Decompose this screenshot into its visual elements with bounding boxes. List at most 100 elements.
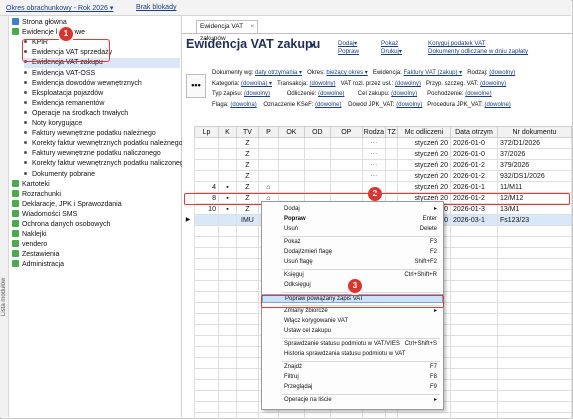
vat-settled-select[interactable]: (dowolny) (395, 81, 421, 87)
edit-link[interactable]: Popraw (338, 48, 359, 55)
table-cell (194, 379, 219, 391)
nav-item[interactable]: Eksploatacja pojazdów (24, 89, 180, 99)
filter-row-3: Typ zapisu: (dowolny) Odliczenie: (dowol… (212, 91, 492, 97)
context-menu-item[interactable]: Włącz korygowanie VAT (262, 317, 443, 326)
locks-link[interactable]: Brak blokady (136, 4, 176, 11)
add-link[interactable]: Dodaj▾ (338, 40, 357, 47)
table-cell (277, 181, 305, 193)
nav-item[interactable]: Noty korygujące (24, 119, 180, 129)
context-menu-item[interactable]: Przeglądaj F9 (262, 383, 443, 392)
flag-select[interactable]: (dowolna) (230, 102, 256, 108)
context-menu-item[interactable]: Dodaj ▸ (262, 205, 443, 214)
type-select[interactable]: (dowolny) (489, 70, 515, 76)
context-menu-item[interactable]: Ustaw cel zakupu (262, 327, 443, 336)
column-header[interactable]: Data otrzym (449, 126, 498, 138)
column-header[interactable]: TV (235, 126, 259, 138)
table-cell (217, 390, 237, 402)
nav-item[interactable]: Dokumenty pobrane (24, 170, 180, 180)
nav-item-label: Wiadomości SMS (22, 210, 78, 218)
table-row[interactable]: 4▪Z⌂⋯styczeń 202026-01-111/M11 (194, 181, 573, 193)
menu-item-label: Popraw (284, 216, 306, 222)
entry-type-select[interactable]: (dowolny) (244, 91, 270, 97)
module-list-strip[interactable]: Lista modułów (0, 16, 9, 417)
context-menu-item[interactable]: Usuń Delete (262, 225, 443, 234)
nav-item[interactable]: Deklaracje, JPK i Sprawozdania (12, 199, 180, 210)
period-select[interactable]: bieżący okres ▾ (326, 70, 367, 76)
print-link[interactable]: Drukuj▾ (381, 48, 402, 55)
nav-item[interactable]: Naklejki (12, 230, 180, 240)
title-dropdown-icon[interactable]: ▾ (310, 41, 314, 50)
column-header[interactable]: P (257, 126, 279, 138)
table-row[interactable]: Z ⋯ styczeń 20 2026-01-0 372/D1/2026 (194, 137, 573, 149)
table-cell (217, 170, 237, 182)
nav-item[interactable]: Ewidencja remanentów (24, 99, 180, 109)
category-select[interactable]: (dowolna) ▾ (241, 81, 272, 87)
context-menu-item[interactable]: Sprawdzanie statusu podmiotu w VAT/VIES C… (262, 340, 443, 349)
nav-item[interactable]: Ewidencje księgowe (12, 28, 180, 38)
page-title[interactable]: Ewidencja VAT zakupu (186, 37, 320, 51)
column-header[interactable]: OD (303, 126, 331, 138)
register-select[interactable]: Faktury VAT (zakup) ▾ (404, 70, 463, 76)
payment-docs-link[interactable]: Dokumenty odliczane w dniu zapłaty (428, 48, 528, 55)
nav-item[interactable]: Rozrachunki (12, 189, 180, 200)
table-row[interactable] (194, 412, 573, 419)
filter-label: Rodzaj: (467, 70, 488, 76)
jpk-procedure-select[interactable]: (dowolne) (484, 102, 510, 108)
nav-item[interactable]: Zestawienia (12, 250, 180, 260)
origin-select[interactable]: (dowolne) (465, 91, 491, 97)
context-menu-item[interactable]: Popraw Enter (262, 215, 443, 224)
column-header[interactable]: Lp (194, 126, 219, 138)
jpk-proof-select[interactable]: (dowolny) (396, 102, 422, 108)
context-menu-item[interactable]: Operacje na liście ▸ (262, 396, 443, 405)
nav-item[interactable]: Korekty faktur wewnętrznych podatku nali… (24, 159, 188, 169)
more-filters-button[interactable]: ••• (186, 74, 206, 98)
context-menu-item[interactable]: Znajdź F7 (262, 363, 443, 372)
nav-item[interactable]: Strona główna (12, 18, 180, 28)
deduction-select[interactable]: (dowolne) (318, 91, 344, 97)
context-menu-item[interactable]: Historia sprawdzania statusu podmiotu w … (262, 350, 443, 359)
purpose-select[interactable]: (dowolny) (391, 91, 417, 97)
table-row[interactable]: Z ⋯ styczeń 20 2026-01-2 932/DS1/2026 (194, 170, 573, 182)
table-row[interactable]: Z ⋯ styczeń 20 2026-01-2 379/2026 (194, 159, 573, 171)
menu-item-label: Ustaw cel zakupu (284, 328, 332, 334)
nav-item[interactable]: Faktury wewnętrzne podatku naliczonego (24, 149, 180, 159)
tab-vat-purchases[interactable]: Ewidencja VAT zakupów × (196, 20, 258, 42)
correct-vat-link[interactable]: Koryguj podatek VAT (428, 40, 486, 47)
nav-item[interactable]: Wiadomości SMS (12, 209, 180, 220)
close-icon[interactable]: × (250, 21, 254, 33)
table-cell (194, 247, 219, 259)
nav-item[interactable]: Ochrona danych osobowych (12, 220, 180, 230)
column-header[interactable]: Mc odliczeni (397, 126, 451, 138)
column-header[interactable]: OP (329, 126, 363, 138)
show-link[interactable]: Pokaż (381, 40, 398, 47)
column-header[interactable]: OK (277, 126, 305, 138)
module-list-label: Lista modułów (1, 277, 7, 316)
column-header[interactable]: K (217, 126, 237, 138)
nav-item[interactable]: Kartoteki (12, 179, 180, 190)
column-header[interactable]: Rodza (361, 126, 387, 138)
table-cell (449, 258, 498, 270)
transaction-select[interactable]: (dowolny) (310, 81, 336, 87)
column-header[interactable]: Nr dokumentu (496, 126, 573, 138)
nav-item[interactable]: Ewidencja VAT-OSS (24, 69, 180, 79)
table-row[interactable]: Z ⋯ styczeń 20 2026-01-0 37/2026 (194, 148, 573, 160)
nav-item[interactable]: Korekty faktur wewnętrznych podatku nale… (24, 139, 183, 149)
nav-item[interactable]: vendero (12, 240, 180, 250)
context-menu-item[interactable]: Usuń flagę Shift+F2 (262, 258, 443, 267)
nav-item[interactable]: Ewidencja dowodów wewnętrznych (24, 79, 180, 89)
ksef-select[interactable]: (dowolne) (315, 102, 341, 108)
special-vat-select[interactable]: (dowolny) (480, 81, 506, 87)
tab-divider (182, 33, 572, 34)
table-cell (329, 412, 363, 419)
column-header[interactable]: TZ (385, 126, 398, 138)
context-menu-item[interactable]: Dodaj/zmień flagę F2 (262, 248, 443, 257)
nav-item[interactable]: Faktury wewnętrzne podatku należnego (24, 129, 180, 139)
context-menu-item[interactable]: Zmiany zbiorcze ▸ (262, 307, 443, 316)
nav-item[interactable]: Operacje na środkach trwałych (24, 109, 180, 119)
docs-by-select[interactable]: daty otrzymania ▾ (255, 70, 302, 76)
table-cell: ⋯ (361, 159, 387, 171)
context-menu-item[interactable]: Pokaż F3 (262, 238, 443, 247)
context-menu-item[interactable]: Filtruj F8 (262, 373, 443, 382)
nav-item[interactable]: Administracja (12, 260, 180, 270)
period-link[interactable]: Okres obrachunkowy - Rok 2026 ▾ (6, 4, 113, 12)
